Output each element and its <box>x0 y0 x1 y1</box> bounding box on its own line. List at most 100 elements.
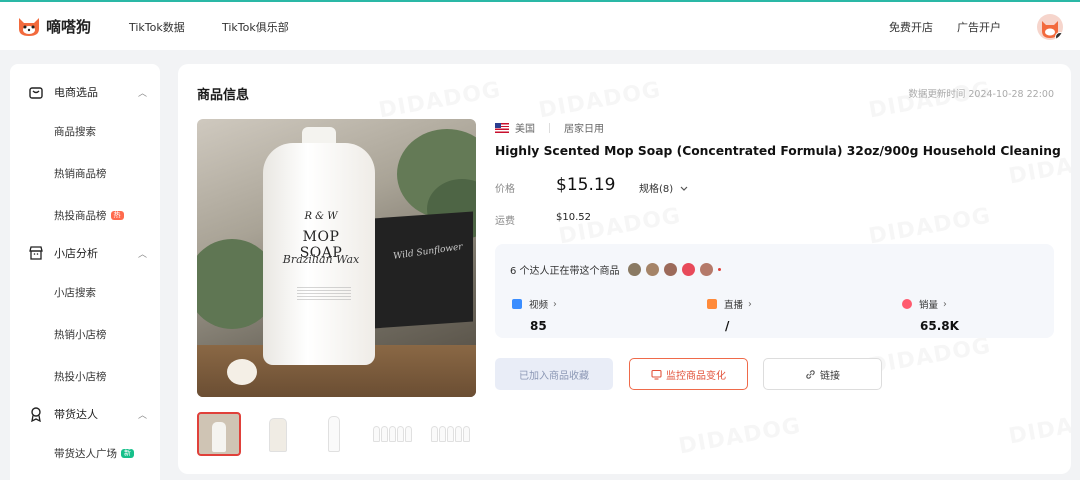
avatar-badge <box>1055 32 1063 40</box>
shipping-label: 运费 <box>495 216 515 227</box>
new-badge: 新 <box>121 449 134 458</box>
sidebar-item-hot-shops[interactable]: 热销小店榜 <box>54 327 107 342</box>
thumbnail-3[interactable] <box>313 412 357 456</box>
sidebar-item-label: 带货达人广场 <box>54 448 117 460</box>
sidebar: 电商选品 ︿ 商品搜索 热销商品榜 热投商品榜热 小店分析 ︿ 小店搜索 热销小… <box>10 64 160 480</box>
influencer-icon <box>31 407 41 422</box>
avatar <box>645 263 659 276</box>
box-decoration <box>373 211 473 329</box>
monitor-icon <box>651 369 662 380</box>
user-avatar[interactable] <box>1037 14 1063 40</box>
chevron-right-icon: › <box>943 298 947 310</box>
logo[interactable]: 嘀嗒狗 <box>16 15 106 37</box>
sidebar-item-hot-ad-products[interactable]: 热投商品榜热 <box>54 208 124 223</box>
live-icon <box>707 299 717 309</box>
thumbnail-4[interactable] <box>371 412 415 456</box>
chevron-up-icon[interactable]: ︿ <box>138 86 147 99</box>
shopping-bag-icon <box>29 87 43 99</box>
stat-value: 85 <box>530 319 547 333</box>
sidebar-item-hot-products[interactable]: 热销商品榜 <box>54 166 107 181</box>
thumbnail-strip <box>197 412 487 456</box>
link-button[interactable]: 链接 <box>763 358 882 390</box>
sidebar-item-product-search[interactable]: 商品搜索 <box>54 124 96 139</box>
spec-label: 规格(8) <box>639 184 674 195</box>
ad-account-link[interactable]: 广告开户 <box>957 19 1001 35</box>
hot-badge: 热 <box>110 211 124 220</box>
bottle-brand: R & W <box>304 211 338 222</box>
sidebar-group-ecommerce[interactable]: 电商选品 <box>28 84 98 100</box>
thumbnail-1[interactable] <box>197 412 241 456</box>
thumbnail-5[interactable] <box>429 412 473 456</box>
update-time: 数据更新时间 2024-10-28 22:00 <box>908 89 1054 100</box>
watermark: DIDADOG <box>677 413 803 459</box>
shipping-value: $10.52 <box>556 212 591 223</box>
region-category-row: 美国 居家日用 <box>495 120 604 135</box>
sidebar-group-label: 小店分析 <box>54 247 98 260</box>
monitor-button[interactable]: 监控商品变化 <box>629 358 748 390</box>
spec-dropdown[interactable]: 规格(8) <box>639 180 689 195</box>
logo-text: 嘀嗒狗 <box>46 17 92 36</box>
us-flag-icon <box>495 122 509 133</box>
sidebar-item-label: 商品搜索 <box>54 126 96 138</box>
chevron-up-icon[interactable]: ︿ <box>138 408 147 421</box>
chevron-right-icon: › <box>553 298 557 310</box>
top-bar: 嘀嗒狗 TikTok数据 TikTok俱乐部 免费开店 广告开户 <box>0 0 1080 50</box>
watermark: DIDADOG <box>867 333 993 379</box>
link-icon <box>806 369 815 379</box>
avatar <box>627 263 641 276</box>
stat-live[interactable]: 直播 › / <box>707 297 752 333</box>
avatar <box>663 263 677 276</box>
thumbnail-2[interactable] <box>255 412 299 456</box>
chevron-down-icon <box>680 186 688 191</box>
sidebar-item-influencer-plaza[interactable]: 带货达人广场新 <box>54 446 134 461</box>
link-button-label: 链接 <box>820 370 840 382</box>
stat-video[interactable]: 视频 › 85 <box>512 297 557 333</box>
watermark: DIDADOG <box>537 77 663 123</box>
monitor-button-label: 监控商品变化 <box>666 370 726 382</box>
stats-header: 6 个达人正在带这个商品 <box>510 262 721 277</box>
stat-label: 直播 <box>724 300 744 311</box>
chevron-right-icon: › <box>748 298 752 310</box>
watermark: DIDADOG <box>867 77 993 123</box>
nav-tiktok-club[interactable]: TikTok俱乐部 <box>222 19 289 35</box>
watermark: DIDADOG <box>867 203 993 249</box>
video-icon <box>512 299 522 309</box>
influencer-avatars[interactable] <box>627 263 721 276</box>
product-title: Highly Scented Mop Soap (Concentrated Fo… <box>495 144 1061 158</box>
nav-tiktok-data[interactable]: TikTok数据 <box>129 19 185 35</box>
sidebar-item-label: 热投小店榜 <box>54 371 107 383</box>
product-image[interactable]: Wild Sunflower R & W MOP SOAP Brazilian … <box>197 119 476 397</box>
more-dot <box>717 268 721 271</box>
sidebar-group-label: 带货达人 <box>54 408 98 421</box>
stat-value: / <box>725 319 730 333</box>
price-label: 价格 <box>495 184 515 195</box>
product-info-card: DIDADOG DIDADOG DIDADOG DIDADOG DIDADOG … <box>178 64 1071 474</box>
chevron-up-icon[interactable]: ︿ <box>138 247 147 260</box>
sidebar-group-label: 电商选品 <box>54 86 98 99</box>
flower-decoration <box>227 359 257 385</box>
sidebar-item-label: 热销小店榜 <box>54 329 107 341</box>
watermark: DIDADOG <box>557 203 683 249</box>
stat-label: 视频 <box>529 300 549 311</box>
store-icon <box>29 246 43 260</box>
bottle-fine-print <box>297 287 351 301</box>
country-label: 美国 <box>515 124 535 135</box>
watermark: DIDADOG <box>1007 403 1071 449</box>
free-shop-link[interactable]: 免费开店 <box>889 19 933 35</box>
stat-sales[interactable]: 销量 › 65.8K <box>902 297 959 333</box>
stat-label: 销量 <box>919 300 939 311</box>
sidebar-group-shop-analysis[interactable]: 小店分析 <box>28 245 98 261</box>
influencer-count-text: 6 个达人正在带这个商品 <box>510 266 620 277</box>
favorite-button[interactable]: 已加入商品收藏 <box>495 358 613 390</box>
sidebar-item-label: 热销商品榜 <box>54 168 107 180</box>
sidebar-item-label: 小店搜索 <box>54 287 96 299</box>
stats-panel: 6 个达人正在带这个商品 视频 › 85 直播 › / 销量 › 65.8K <box>495 244 1054 338</box>
avatar <box>681 263 695 276</box>
favorite-button-label: 已加入商品收藏 <box>519 370 589 382</box>
sidebar-item-hot-ad-shops[interactable]: 热投小店榜 <box>54 369 107 384</box>
watermark: DIDADOG <box>377 77 503 123</box>
sidebar-group-influencers[interactable]: 带货达人 <box>28 406 98 422</box>
divider <box>549 122 550 133</box>
sidebar-item-shop-search[interactable]: 小店搜索 <box>54 285 96 300</box>
dog-logo-icon <box>16 15 42 37</box>
